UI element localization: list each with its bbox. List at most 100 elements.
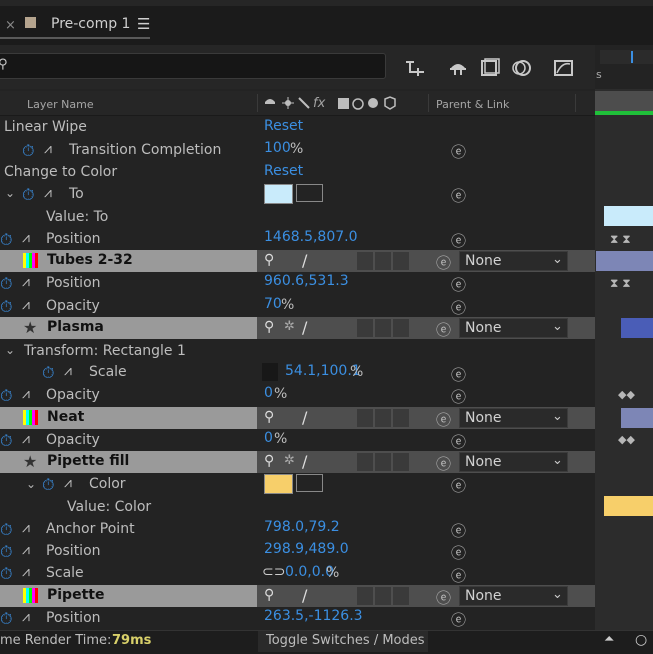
stopwatch-icon[interactable]: ⏱ — [22, 141, 34, 161]
stopwatch-icon[interactable]: ⏱ — [0, 542, 12, 562]
collapse-switch-icon[interactable]: ✲ — [284, 319, 295, 334]
quality-switch-icon[interactable]: / — [302, 586, 307, 605]
switch-cell[interactable] — [375, 587, 391, 605]
property-value[interactable]: 1468.5,807.0 — [264, 229, 358, 245]
pick-whip-icon[interactable]: ⓔ — [436, 252, 451, 273]
switch-cell[interactable] — [393, 453, 409, 471]
pick-whip-icon[interactable]: ⓔ — [451, 386, 466, 407]
layer-name[interactable]: Pipette — [47, 587, 104, 603]
pick-whip-icon[interactable]: ⓔ — [451, 431, 466, 452]
pick-whip-icon[interactable]: ⓔ — [436, 409, 451, 430]
switch-cell[interactable] — [357, 319, 373, 337]
property-value[interactable]: 0 — [264, 430, 273, 446]
switch-cell[interactable] — [357, 409, 373, 427]
layer-duration-bar[interactable] — [621, 318, 653, 338]
property-value[interactable]: 0 — [264, 385, 273, 401]
switch-cell[interactable] — [393, 587, 409, 605]
switch-cell[interactable] — [393, 409, 409, 427]
zoom-slider-icon[interactable]: ○ — [635, 632, 647, 648]
stopwatch-icon[interactable]: ⏱ — [0, 297, 12, 317]
property-value[interactable]: 298.9,489.0 — [264, 541, 349, 557]
tab-title[interactable]: Pre-comp 1 — [51, 16, 130, 32]
shy-switch-icon[interactable]: ⚲ — [264, 252, 274, 268]
graph-icon[interactable]: ⩘ — [22, 230, 30, 246]
quality-switch-icon[interactable]: / — [302, 452, 307, 471]
graph-icon[interactable]: ⩘ — [22, 520, 30, 536]
search-input[interactable] — [0, 53, 386, 79]
tab-menu-icon[interactable]: ☰ — [137, 15, 150, 33]
keyframe-icon[interactable]: ⧗ ⧗ — [610, 232, 631, 247]
shy-layers-icon[interactable] — [447, 58, 469, 78]
layer-name[interactable]: Tubes 2-32 — [47, 252, 133, 268]
stopwatch-icon[interactable]: ⏱ — [0, 431, 12, 451]
layer-name[interactable]: Neat — [47, 409, 84, 425]
pick-whip-icon[interactable]: ⓔ — [451, 185, 466, 206]
shy-switch-icon[interactable]: ⚲ — [264, 453, 274, 469]
stopwatch-icon[interactable]: ⏱ — [0, 230, 12, 250]
graph-icon[interactable]: ⩘ — [22, 274, 30, 290]
switch-cell[interactable] — [375, 453, 391, 471]
graph-icon[interactable]: ⩘ — [64, 475, 72, 491]
layer-duration-bar[interactable] — [596, 251, 653, 271]
property-value[interactable]: 960.6,531.3 — [264, 273, 349, 289]
keyframe-icon[interactable]: ◆◆ — [618, 388, 635, 401]
parent-link-header[interactable]: Parent & Link — [436, 98, 509, 111]
work-area-bar[interactable] — [595, 91, 653, 111]
pick-whip-icon[interactable]: ⓔ — [451, 565, 466, 586]
graph-icon[interactable]: ⩘ — [44, 185, 52, 201]
layer-name[interactable]: Pipette fill — [47, 453, 129, 469]
quality-switch-icon[interactable]: / — [302, 408, 307, 427]
pick-whip-icon[interactable]: ⓔ — [451, 520, 466, 541]
playhead-marker[interactable] — [631, 51, 633, 63]
pick-whip-icon[interactable]: ⓔ — [436, 453, 451, 474]
collapse-switch-icon[interactable]: ✲ — [284, 453, 295, 468]
switch-cell[interactable] — [357, 587, 373, 605]
switch-cell[interactable] — [375, 319, 391, 337]
reset-link[interactable]: Reset — [264, 118, 303, 134]
switch-cell[interactable] — [375, 409, 391, 427]
pick-whip-icon[interactable]: ⓔ — [451, 230, 466, 251]
color-swatch[interactable] — [264, 474, 293, 494]
chevron-down-icon[interactable]: ⌄ — [5, 186, 15, 200]
layer-name-header[interactable]: Layer Name — [27, 98, 94, 111]
quality-switch-icon[interactable]: / — [302, 251, 307, 270]
layer-duration-bar[interactable] — [621, 408, 653, 428]
pick-whip-icon[interactable]: ⓔ — [436, 319, 451, 340]
property-value[interactable]: 798.0,79.2 — [264, 519, 340, 535]
switch-cell[interactable] — [393, 319, 409, 337]
graph-icon[interactable]: ⩘ — [44, 141, 52, 157]
time-navigator[interactable] — [600, 50, 653, 64]
comp-flowchart-icon[interactable] — [404, 58, 426, 78]
stopwatch-icon[interactable]: ⏱ — [42, 475, 54, 495]
constrain-link-icon[interactable]: ⊂⊃ — [262, 564, 285, 580]
property-value[interactable]: 263.5,-1126.3 — [264, 608, 363, 624]
shy-switch-icon[interactable]: ⚲ — [264, 319, 274, 335]
graph-icon[interactable]: ⩘ — [22, 542, 30, 558]
keyframe-icon[interactable]: ⧗ ⧗ — [610, 276, 631, 291]
keyframe-icon[interactable]: ◆◆ — [618, 433, 635, 446]
switch-cell[interactable] — [357, 453, 373, 471]
stopwatch-icon[interactable]: ⏱ — [0, 609, 12, 629]
pick-whip-icon[interactable]: ⓔ — [451, 141, 466, 162]
motion-blur-icon[interactable] — [511, 58, 533, 78]
graph-icon[interactable]: ⩘ — [22, 564, 30, 580]
stopwatch-icon[interactable]: ⏱ — [0, 564, 12, 584]
switch-cell[interactable] — [393, 252, 409, 270]
shy-switch-icon[interactable]: ⚲ — [264, 409, 274, 425]
eyedropper-icon[interactable] — [296, 474, 323, 492]
stopwatch-icon[interactable]: ⏱ — [0, 386, 12, 406]
graph-icon[interactable]: ⩘ — [22, 609, 30, 625]
layer-name[interactable]: Plasma — [47, 319, 104, 335]
close-tab-icon[interactable]: × — [5, 18, 16, 33]
stopwatch-icon[interactable]: ⏱ — [42, 363, 54, 383]
eyedropper-icon[interactable] — [296, 184, 323, 202]
stopwatch-icon[interactable]: ⏱ — [22, 185, 34, 205]
switch-cell[interactable] — [375, 252, 391, 270]
pick-whip-icon[interactable]: ⓔ — [436, 587, 451, 608]
color-swatch-to[interactable] — [264, 184, 293, 204]
chevron-down-icon[interactable]: ⌄ — [26, 477, 36, 491]
graph-icon[interactable]: ⩘ — [22, 297, 30, 313]
pick-whip-icon[interactable]: ⓔ — [451, 609, 466, 630]
graph-icon[interactable]: ⩘ — [22, 386, 30, 402]
chevron-down-icon[interactable]: ⌄ — [5, 343, 15, 357]
